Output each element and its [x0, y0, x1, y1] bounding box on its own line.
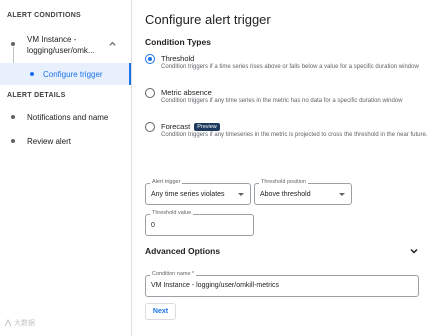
dropdown-caret-icon: [238, 193, 244, 196]
next-button[interactable]: Next: [145, 303, 176, 320]
stepper-sidebar: ALERT CONDITIONS VM Instance - logging/u…: [0, 0, 131, 336]
watermark: 大数据: [4, 318, 35, 328]
radio-option-metric-absence[interactable]: Metric absence Condition triggers if any…: [145, 88, 430, 118]
forecast-label: Forecast: [161, 122, 191, 131]
chevron-down-icon[interactable]: [409, 246, 419, 256]
watermark-text: 大数据: [14, 320, 35, 327]
chevron-up-icon[interactable]: [108, 39, 117, 48]
condition-name-value: VM Instance - logging/user/omkill-metric…: [151, 282, 279, 289]
radio-button[interactable]: [145, 122, 155, 132]
condition-name-label: Condition name *: [150, 271, 197, 277]
review-label: Review alert: [27, 137, 72, 146]
alert-trigger-label: Alert trigger: [150, 179, 183, 185]
alert-trigger-select[interactable]: Alert trigger Any time series violates: [145, 179, 251, 205]
step-dot: [30, 72, 34, 76]
radio-button[interactable]: [145, 88, 155, 98]
condition-label-line1: VM Instance -: [27, 35, 77, 44]
condition-name-input[interactable]: Condition name * VM Instance - logging/u…: [145, 271, 419, 297]
alert-trigger-value: Any time series violates: [151, 191, 225, 198]
threshold-label: Threshold: [161, 54, 195, 63]
condition-types-heading: Condition Types: [145, 37, 211, 47]
main-panel: Configure alert trigger Condition Types …: [132, 0, 430, 336]
threshold-position-select[interactable]: Threshold position Above threshold: [254, 179, 352, 205]
dropdown-caret-icon: [339, 193, 345, 196]
preview-badge: Preview: [194, 122, 220, 131]
sidebar-item-condition[interactable]: VM Instance - logging/user/omk...: [0, 31, 131, 61]
condition-label-line2: logging/user/omk...: [27, 46, 95, 55]
radio-option-threshold[interactable]: Threshold Condition triggers if a time s…: [145, 54, 430, 84]
step-dot: [11, 139, 15, 143]
page-title: Configure alert trigger: [145, 12, 271, 27]
threshold-position-label: Threshold position: [259, 179, 308, 185]
metric-absence-label: Metric absence: [161, 88, 212, 97]
threshold-value-text: 0: [151, 222, 155, 229]
sidebar-item-notifications[interactable]: Notifications and name: [0, 109, 131, 127]
threshold-position-value: Above threshold: [260, 191, 311, 198]
forecast-title: Forecast Preview: [161, 122, 220, 131]
alert-details-heading: ALERT DETAILS: [7, 92, 66, 99]
metric-absence-description: Condition triggers if any time series in…: [161, 98, 403, 104]
notifications-label: Notifications and name: [27, 113, 109, 122]
configure-trigger-label: Configure trigger: [43, 70, 103, 79]
step-dot: [11, 42, 15, 46]
forecast-description: Condition triggers if any timeseries in …: [161, 132, 428, 138]
sidebar-item-review[interactable]: Review alert: [0, 133, 131, 151]
radio-button-checked[interactable]: [145, 54, 155, 64]
watermark-logo-icon: [4, 319, 12, 327]
radio-option-forecast[interactable]: Forecast Preview Condition triggers if a…: [145, 122, 430, 152]
sidebar-item-configure-trigger[interactable]: Configure trigger: [0, 63, 131, 85]
step-dot: [11, 115, 15, 119]
threshold-value-input[interactable]: Threshold value 0: [145, 210, 254, 236]
advanced-options-heading: Advanced Options: [145, 246, 221, 256]
threshold-description: Condition triggers if a time series rise…: [161, 64, 419, 70]
threshold-value-label: Threshold value: [150, 210, 194, 216]
alert-conditions-heading: ALERT CONDITIONS: [7, 12, 82, 19]
